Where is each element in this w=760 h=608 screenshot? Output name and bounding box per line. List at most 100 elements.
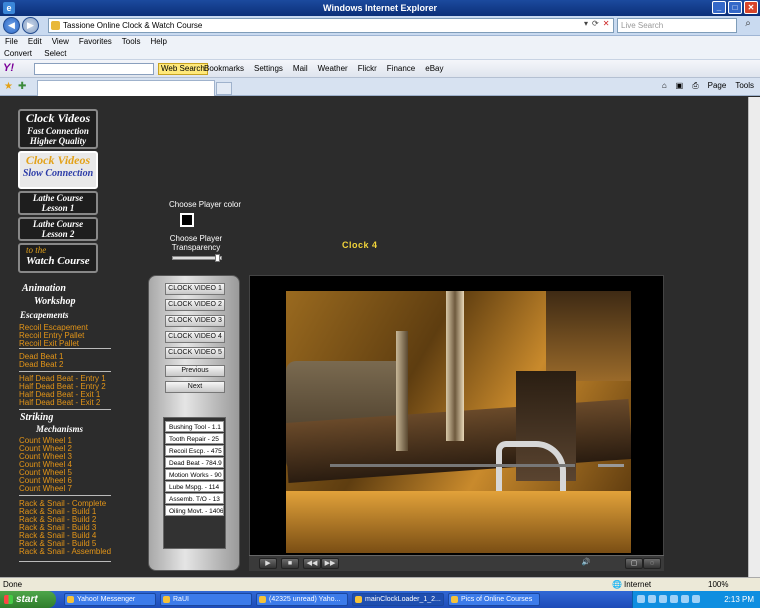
system-tray: 2:13 PM: [632, 591, 760, 608]
sidebtn-title: Clock Videos: [25, 111, 91, 125]
list-item[interactable]: Oiling Movt. - 1406: [165, 505, 224, 516]
maximize-button[interactable]: □: [728, 1, 742, 14]
link-dead-beat-2[interactable]: Dead Beat 2: [19, 361, 63, 369]
rewind-icon[interactable]: ◀◀: [303, 558, 321, 569]
volume-icon[interactable]: 🔊: [577, 558, 595, 569]
tray-icon[interactable]: [637, 595, 645, 603]
clock-videos-fast-button[interactable]: Clock Videos Fast Connection Higher Qual…: [18, 109, 98, 149]
volume-slider[interactable]: [598, 464, 624, 467]
menu-favorites[interactable]: Favorites: [74, 36, 117, 48]
clock-video-4-button[interactable]: CLOCK VIDEO 4: [165, 331, 225, 343]
list-item[interactable]: Motion Works - 90: [165, 469, 224, 480]
minimize-button[interactable]: _: [712, 1, 726, 14]
seek-bar[interactable]: [330, 464, 575, 467]
mechanisms-heading: Mechanisms: [36, 424, 84, 434]
list-item[interactable]: Tooth Repair - 25: [165, 433, 224, 444]
clock-video-3-button[interactable]: CLOCK VIDEO 3: [165, 315, 225, 327]
menu-help[interactable]: Help: [145, 36, 171, 48]
taskbar-item-messenger[interactable]: Yahoo! Messenger: [64, 593, 156, 606]
list-item[interactable]: Assemb. T/O - 13: [165, 493, 224, 504]
caption-icon[interactable]: ◌: [643, 558, 661, 569]
forward-button[interactable]: ▶: [22, 17, 39, 34]
vertical-scrollbar[interactable]: [748, 97, 760, 577]
start-button[interactable]: start: [0, 591, 56, 608]
refresh-icon[interactable]: ⟳: [592, 19, 599, 28]
taskbar-item-raui[interactable]: RaUI: [160, 593, 252, 606]
convert-button[interactable]: Convert: [4, 49, 32, 58]
finance-button[interactable]: Finance: [387, 63, 415, 75]
taskbar-item-pics[interactable]: Pics of Online Courses: [448, 593, 540, 606]
list-item[interactable]: Recoil Escp. - 475: [165, 445, 224, 456]
back-button[interactable]: ◀: [3, 17, 20, 34]
title-bar: e Windows Internet Explorer _ □ ✕: [0, 0, 760, 16]
settings-button[interactable]: Settings: [254, 63, 283, 75]
play-icon[interactable]: ▶: [259, 558, 277, 569]
transparency-slider[interactable]: [172, 254, 222, 262]
tray-icon[interactable]: [659, 595, 667, 603]
lathe-lesson-2-button[interactable]: Lathe Course Lesson 2: [18, 217, 98, 241]
zoom-control[interactable]: 100%: [708, 578, 728, 592]
close-button[interactable]: ✕: [744, 1, 758, 14]
bookmarks-button[interactable]: Bookmarks: [204, 63, 244, 75]
menu-file[interactable]: File: [0, 36, 23, 48]
browser-window: e Windows Internet Explorer _ □ ✕ ◀ ▶ Ta…: [0, 0, 760, 608]
print-icon[interactable]: ⎙: [692, 80, 698, 92]
yahoo-logo[interactable]: Y!: [3, 62, 14, 74]
feeds-icon[interactable]: ▣: [676, 80, 684, 92]
search-icon[interactable]: ⌕: [739, 18, 757, 33]
tray-icon[interactable]: [681, 595, 689, 603]
new-tab-button[interactable]: [216, 82, 232, 95]
player-color-swatch[interactable]: [180, 213, 194, 227]
previous-button[interactable]: Previous: [165, 365, 225, 377]
ebay-button[interactable]: eBay: [425, 63, 443, 75]
watch-course-button[interactable]: to the Watch Course: [18, 243, 98, 273]
taskbar-item-yahoo-mail[interactable]: (42325 unread) Yaho...: [256, 593, 348, 606]
lathe-lesson-1-button[interactable]: Lathe Course Lesson 1: [18, 191, 98, 215]
live-search-input[interactable]: Live Search: [617, 18, 737, 33]
tray-icon[interactable]: [670, 595, 678, 603]
address-dropdown-icon[interactable]: ▾: [584, 19, 588, 28]
mail-button[interactable]: Mail: [293, 63, 308, 75]
add-favorites-icon[interactable]: ✚: [18, 81, 26, 92]
address-field[interactable]: Tassione Online Clock & Watch Course: [48, 18, 614, 33]
select-button[interactable]: Select: [44, 49, 66, 58]
video-frame[interactable]: [286, 291, 631, 553]
taskbar-item-clockloader[interactable]: mainClockLoader_1_2...: [352, 593, 444, 606]
machine-table: [286, 491, 631, 553]
stop-icon[interactable]: ■: [281, 558, 299, 569]
favorites-star-icon[interactable]: ★: [4, 81, 13, 92]
clock-video-5-button[interactable]: CLOCK VIDEO 5: [165, 347, 225, 359]
tray-icon[interactable]: [648, 595, 656, 603]
clock-video-1-button[interactable]: CLOCK VIDEO 1: [165, 283, 225, 295]
clock-video-2-button[interactable]: CLOCK VIDEO 2: [165, 299, 225, 311]
link-hdb-exit-2[interactable]: Half Dead Beat - Exit 2: [19, 399, 106, 407]
stop-icon[interactable]: ✕: [603, 19, 610, 28]
fullscreen-icon[interactable]: ▢: [625, 558, 643, 569]
app-icon: [163, 596, 170, 603]
home-icon[interactable]: ⌂: [662, 80, 667, 92]
flickr-button[interactable]: Flickr: [358, 63, 377, 75]
yahoo-search-input[interactable]: [34, 63, 154, 75]
page-menu[interactable]: Page: [708, 80, 727, 92]
slider-thumb[interactable]: [214, 254, 220, 262]
taskbar: start Yahoo! Messenger RaUI (42325 unrea…: [0, 591, 760, 608]
menu-tools[interactable]: Tools: [117, 36, 146, 48]
list-item[interactable]: Lube Mspg. - 114: [165, 481, 224, 492]
fast-forward-icon[interactable]: ▶▶: [321, 558, 339, 569]
link-rack-snail-assembled[interactable]: Rack & Snail - Assembled: [19, 548, 111, 556]
list-item[interactable]: Dead Beat - 784.9: [165, 457, 224, 468]
ie-icon: [259, 596, 266, 603]
link-count-wheel-7[interactable]: Count Wheel 7: [19, 485, 72, 493]
list-item[interactable]: Bushing Tool - 1.1: [165, 421, 224, 432]
weather-button[interactable]: Weather: [318, 63, 348, 75]
tray-icon[interactable]: [692, 595, 700, 603]
tab-current[interactable]: [37, 80, 215, 96]
menu-view[interactable]: View: [47, 36, 74, 48]
menu-edit[interactable]: Edit: [23, 36, 47, 48]
sidebtn-subtitle: Fast Connection: [27, 126, 89, 136]
tools-menu[interactable]: Tools: [735, 80, 754, 92]
link-recoil-exit-pallet[interactable]: Recoil Exit Pallet: [19, 340, 88, 348]
web-search-button[interactable]: Web Search: [158, 63, 208, 75]
clock-videos-slow-button[interactable]: Clock Videos Slow Connection: [18, 151, 98, 189]
next-button[interactable]: Next: [165, 381, 225, 393]
